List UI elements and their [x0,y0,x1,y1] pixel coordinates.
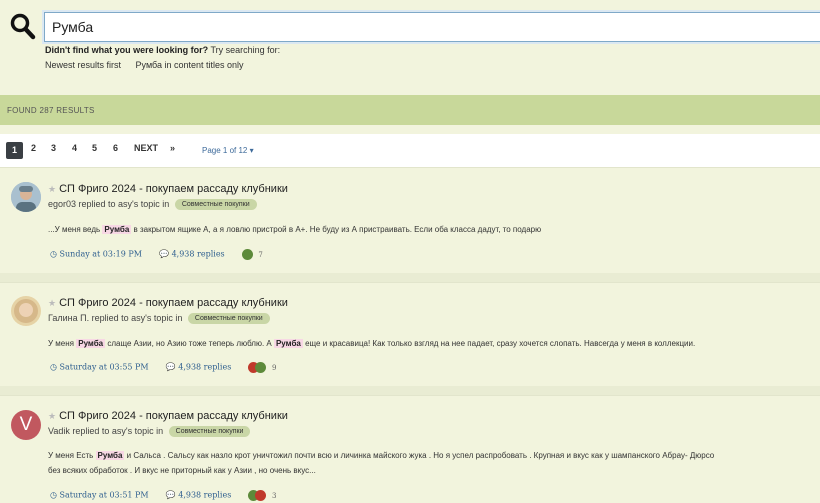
author-link[interactable]: egor03 [48,199,76,209]
reaction-count: 3 [271,491,277,500]
next-page-button[interactable]: NEXT [134,143,158,153]
replies-icon: 💬 [165,490,176,500]
reaction-icon [241,249,253,260]
caret-down-icon: ▾ [249,146,254,155]
replies-icon: 💬 [159,249,170,259]
page-3[interactable]: 3 [51,143,56,153]
last-page-button[interactable]: » [170,143,175,153]
search-area: Didn't find what you were looking for? T… [0,0,820,86]
forum-tag[interactable]: Совместные покупки [187,313,270,325]
star-icon: ★ [48,184,57,194]
result-meta: egor03 replied to asy's topic in Совмест… [48,199,257,211]
page-5[interactable]: 5 [92,143,97,153]
reaction-icon [255,490,267,501]
clock-icon: ◷ [50,249,57,259]
reaction-icon [255,362,267,373]
replies-count[interactable]: 4,938 replies [172,250,225,259]
search-icon[interactable] [10,13,36,41]
forum-tag[interactable]: Совместные покупки [174,199,257,211]
result-meta: Галина П. replied to asy's topic in Совм… [48,313,270,325]
search-suggestion-links: Newest results first Румба in content ti… [45,60,256,70]
replies-count[interactable]: 4,938 replies [178,363,231,372]
clock-icon: ◷ [50,490,57,500]
clock-icon: ◷ [50,362,57,372]
page-2[interactable]: 2 [31,143,36,153]
author-link[interactable]: Галина П. [48,313,89,323]
titles-only-link[interactable]: Румба in content titles only [136,60,244,70]
result-snippet: У меня Есть Румба и Сальса . Сальсу как … [48,451,715,475]
page-jump-dropdown[interactable]: Page 1 of 12 ▾ [202,146,254,155]
reaction-count: 9 [271,363,277,372]
result-snippet: ...У меня ведь Румба в закрытом ящике А,… [48,225,542,234]
replies-count[interactable]: 4,938 replies [178,491,231,500]
search-suggestion: Didn't find what you were looking for? T… [45,45,281,55]
page-4[interactable]: 4 [72,143,77,153]
post-time[interactable]: Saturday at 03:55 PM [60,363,149,372]
divider [0,386,820,395]
results-count-bar: FOUND 287 RESULTS [0,95,820,125]
avatar[interactable]: V [11,410,41,440]
reaction-count: 7 [258,250,263,259]
search-input[interactable] [44,12,820,42]
page-indicator: Page 1 of 12 [202,146,248,155]
avatar[interactable] [11,296,41,326]
page-6[interactable]: 6 [113,143,118,153]
avatar[interactable] [11,182,41,212]
divider [0,273,820,282]
author-link[interactable]: Vadik [48,426,70,436]
result-title[interactable]: ★ СП Фриго 2024 - покупаем рассаду клубни… [48,410,288,422]
result-stats: ◷ Sunday at 03:19 PM 💬 4,938 replies 7 [50,249,263,260]
forum-tag[interactable]: Совместные покупки [168,426,251,438]
replies-icon: 💬 [165,362,176,372]
post-time[interactable]: Sunday at 03:19 PM [60,250,142,259]
avatar-letter: V [19,414,33,435]
result-stats: ◷ Saturday at 03:55 PM 💬 4,938 replies 9 [50,362,276,373]
search-result: V ★ СП Фриго 2024 - покупаем рассаду клуб… [0,395,820,503]
result-meta: Vadik replied to asy's topic in Совместн… [48,426,251,438]
search-result: ★ СП Фриго 2024 - покупаем рассаду клубни… [0,167,820,274]
results-count: FOUND 287 RESULTS [7,106,95,115]
newest-first-link[interactable]: Newest results first [45,60,121,70]
star-icon: ★ [48,411,57,421]
page-1[interactable]: 1 [6,142,23,159]
search-result: ★ СП Фриго 2024 - покупаем рассаду клубни… [0,282,820,387]
result-snippet: У меня Румба слаще Азии, но Азию тоже те… [48,339,696,348]
result-stats: ◷ Saturday at 03:51 PM 💬 4,938 replies 3 [50,490,276,501]
star-icon: ★ [48,298,57,308]
post-time[interactable]: Saturday at 03:51 PM [60,491,149,500]
result-title[interactable]: ★ СП Фриго 2024 - покупаем рассаду клубни… [48,183,288,195]
result-title[interactable]: ★ СП Фриго 2024 - покупаем рассаду клубни… [48,297,288,309]
pagination: 1 2 3 4 5 6 NEXT » Page 1 of 12 ▾ [0,134,820,167]
